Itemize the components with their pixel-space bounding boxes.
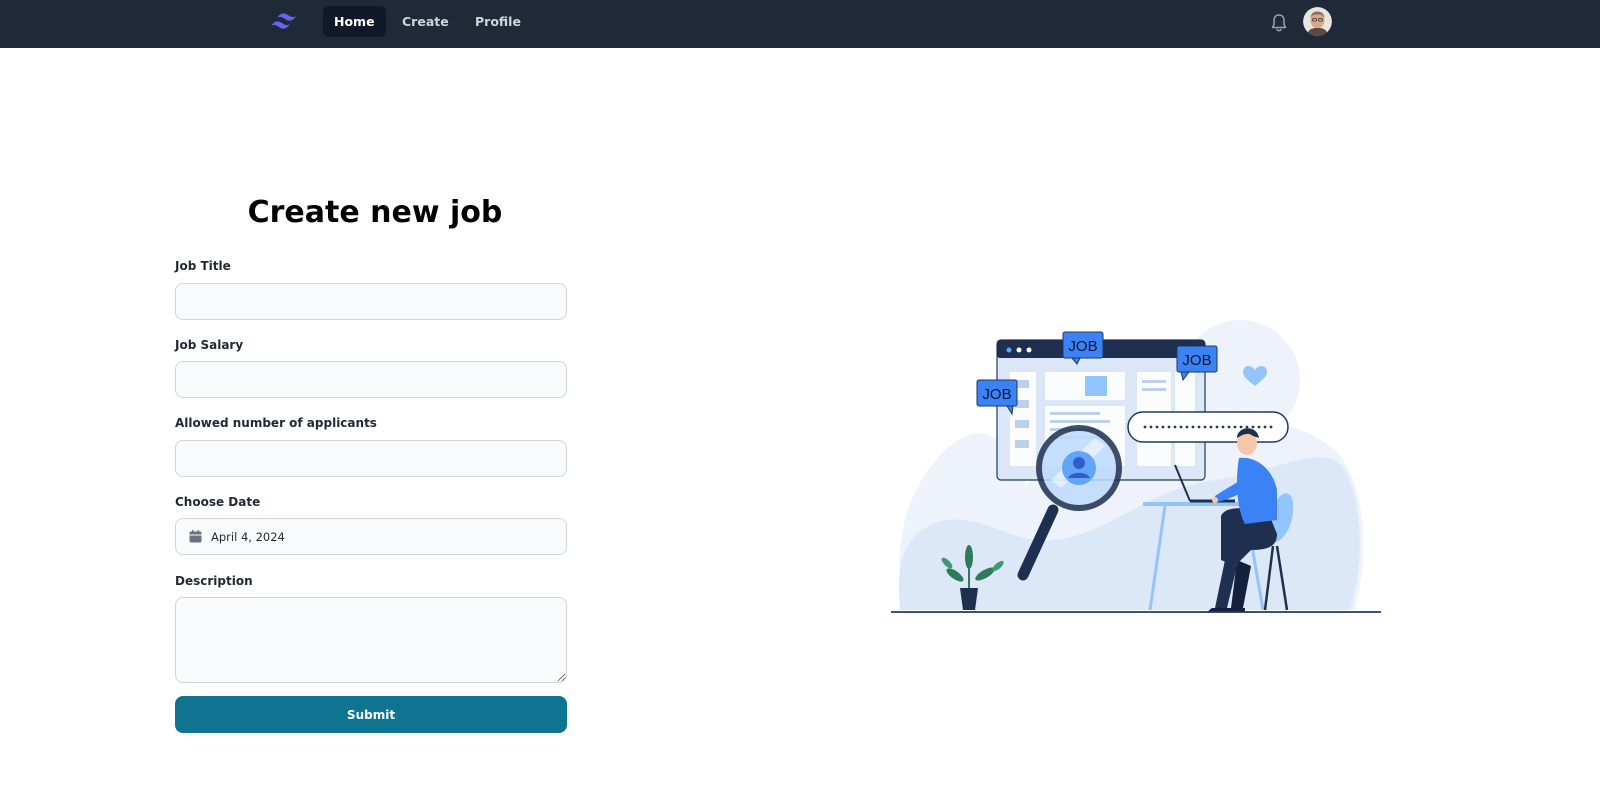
user-avatar[interactable]	[1303, 7, 1332, 36]
job-title-input[interactable]	[175, 283, 567, 320]
applicants-label: Allowed number of applicants	[175, 416, 377, 430]
bell-icon[interactable]	[1266, 10, 1292, 36]
description-label: Description	[175, 574, 253, 588]
date-picker-input[interactable]: April 4, 2024	[175, 518, 567, 555]
job-salary-label: Job Salary	[175, 338, 244, 352]
description-textarea[interactable]	[175, 597, 567, 683]
nav-home[interactable]: Home	[323, 6, 386, 37]
job-tag-3-text: JOB	[982, 386, 1011, 403]
nav-profile[interactable]: Profile	[464, 6, 532, 37]
job-tag-1-text: JOB	[1068, 338, 1097, 355]
tailwind-logo-icon[interactable]	[269, 9, 303, 35]
navbar: Home Create Profile	[0, 0, 1600, 48]
page-title: Create new job	[247, 195, 503, 230]
calendar-icon	[189, 530, 202, 543]
date-value: April 4, 2024	[211, 529, 285, 544]
job-search-illustration: JOB JOB JOB	[891, 320, 1381, 613]
choose-date-label: Choose Date	[175, 495, 261, 509]
job-tag-2-text: JOB	[1182, 352, 1211, 369]
nav-create[interactable]: Create	[391, 6, 460, 37]
job-salary-input[interactable]	[175, 361, 567, 398]
job-title-label: Job Title	[175, 259, 231, 273]
applicants-input[interactable]	[175, 440, 567, 477]
submit-button[interactable]: Submit	[175, 696, 567, 733]
